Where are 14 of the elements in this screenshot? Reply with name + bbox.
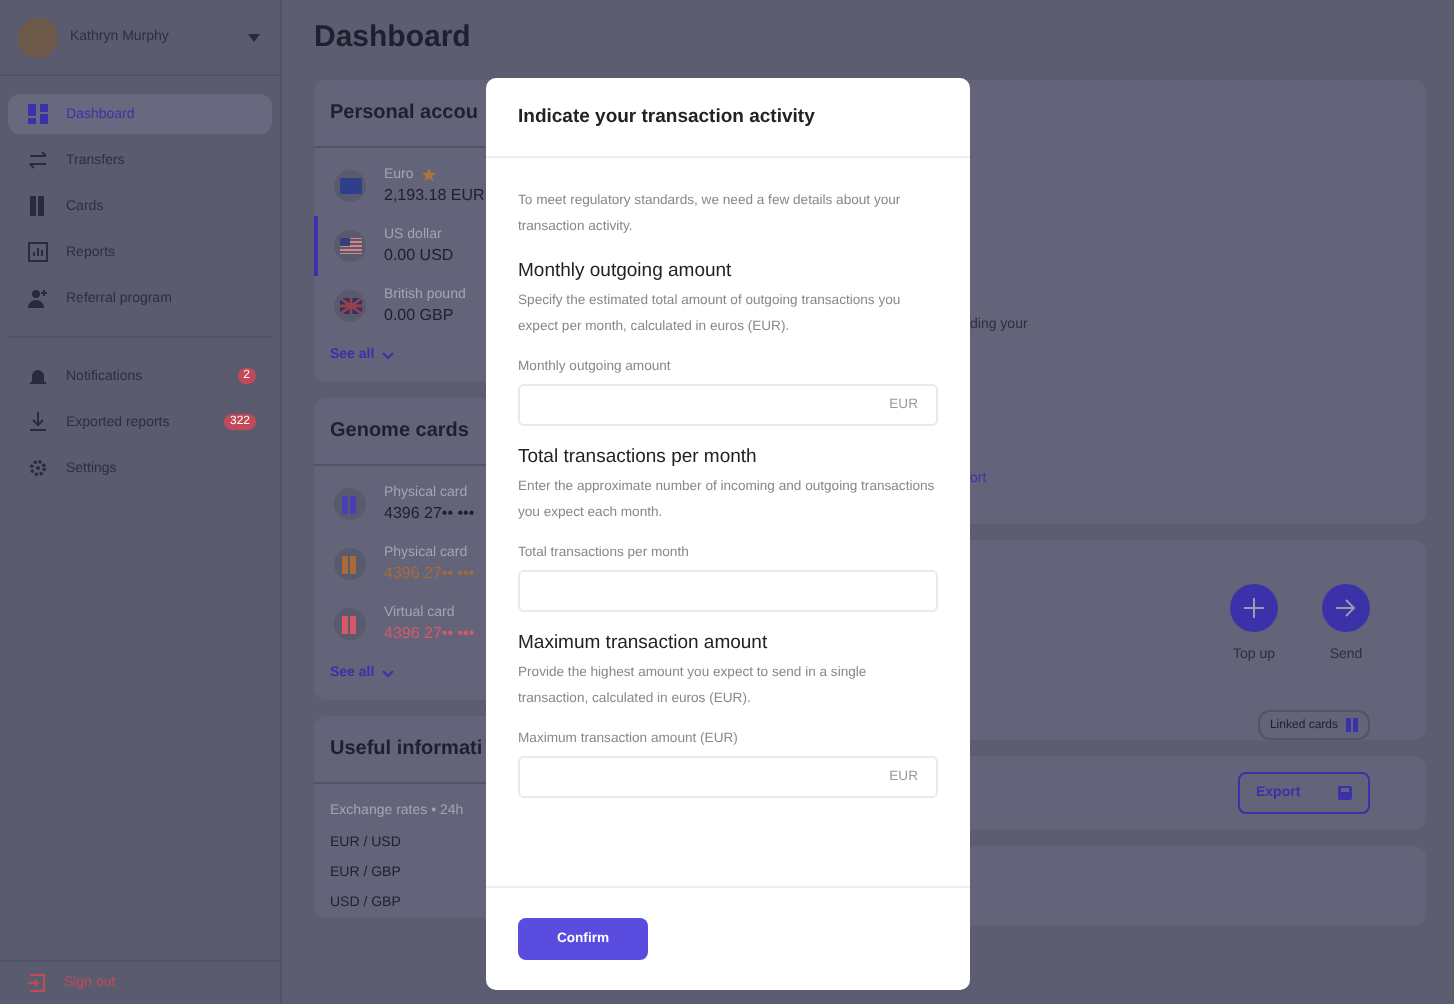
section-heading: Total transactions per month bbox=[518, 446, 759, 468]
card-title: Personal accou bbox=[330, 102, 478, 124]
card-number: 4396 27•• ••• bbox=[384, 504, 475, 522]
account-balance: 0.00 USD bbox=[384, 246, 454, 264]
card-title: Genome cards bbox=[330, 420, 469, 442]
page-title: Dashboard bbox=[314, 18, 473, 58]
section-heading: Monthly outgoing amount bbox=[518, 260, 734, 282]
card-number: 4396 27•• ••• bbox=[384, 624, 475, 642]
modal-title: Indicate your transaction activity bbox=[518, 106, 815, 128]
card-number: 4396 27•• ••• bbox=[384, 564, 475, 582]
account-balance: 0.00 GBP bbox=[384, 306, 456, 324]
section-heading: Maximum transaction amount bbox=[518, 632, 770, 654]
card-title: Useful informati bbox=[330, 738, 483, 760]
account-balance: 2,193.18 EUR bbox=[384, 186, 485, 204]
